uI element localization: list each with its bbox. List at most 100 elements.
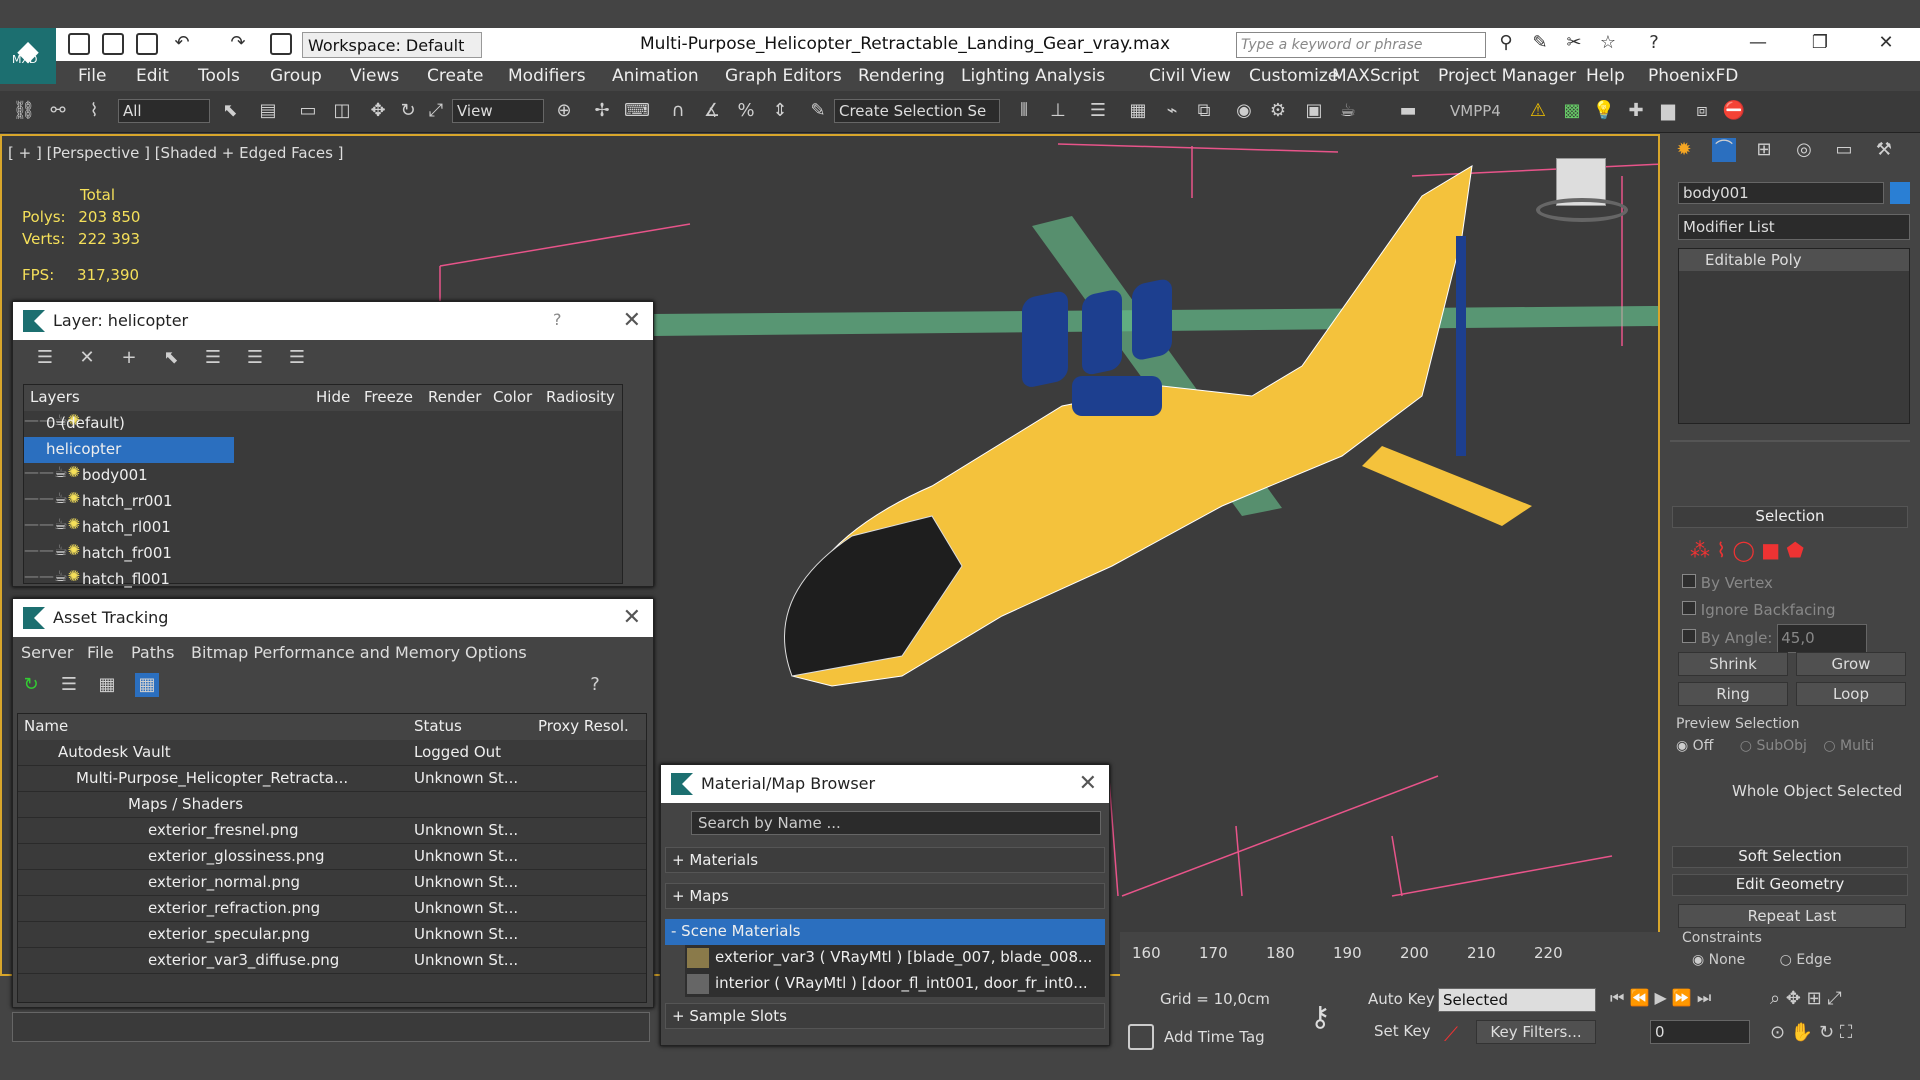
percent-snap-icon[interactable]: % xyxy=(734,99,758,123)
angle-snap-icon[interactable]: ∡ xyxy=(700,99,724,123)
menu-maxscript[interactable]: MAXScript xyxy=(1332,66,1419,86)
col-name[interactable]: Name xyxy=(24,717,68,735)
render-icon[interactable]: ☕ xyxy=(1336,99,1360,123)
help-icon[interactable]: ? xyxy=(1642,31,1666,55)
layer-row[interactable]: 0 (default) xyxy=(24,411,234,437)
selection-filter-dropdown[interactable]: All xyxy=(118,99,210,123)
menu-file[interactable]: File xyxy=(78,66,106,86)
asset-row[interactable]: exterior_var3_diffuse.png Unknown St... xyxy=(18,948,646,974)
menu-rendering[interactable]: Rendering xyxy=(858,66,945,86)
col-render[interactable]: Render xyxy=(428,388,481,406)
playback-controls[interactable]: ⏮ ⏪ ▶ ⏩ ⏭ xyxy=(1610,988,1711,1008)
menu-edit[interactable]: Edit xyxy=(136,66,169,86)
selection-rollout-title[interactable]: Selection xyxy=(1672,506,1908,528)
save-icon[interactable] xyxy=(136,33,158,55)
reference-coordinate-dropdown[interactable]: View xyxy=(452,99,544,123)
new-file-icon[interactable] xyxy=(68,33,90,55)
col-proxy[interactable]: Proxy Resol. xyxy=(538,717,629,735)
material-close-icon[interactable]: ✕ xyxy=(1079,771,1097,796)
stop-icon[interactable]: ⛔ xyxy=(1722,99,1746,123)
sample-slots-section[interactable]: + Sample Slots xyxy=(665,1003,1105,1029)
layer-row[interactable]: hatch_rl001 xyxy=(24,515,234,541)
mirror-icon[interactable]: ⫴ xyxy=(1012,99,1036,123)
col-status[interactable]: Status xyxy=(414,717,462,735)
redo-icon[interactable]: ↷ xyxy=(226,31,250,55)
maxscript-listener[interactable] xyxy=(12,1012,650,1042)
spinner-snap-icon[interactable]: ⇕ xyxy=(768,99,792,123)
current-frame-field[interactable]: 0 xyxy=(1650,1020,1750,1044)
bind-spacewarp-icon[interactable]: ⌇ xyxy=(82,99,106,123)
binoculars-icon[interactable]: ⚲ xyxy=(1494,31,1518,55)
asset-menu-bitmap[interactable]: Bitmap Performance and Memory xyxy=(191,643,460,662)
move-icon[interactable]: ✥ xyxy=(366,99,390,123)
viewcube[interactable] xyxy=(1536,158,1628,222)
modifier-list-dropdown[interactable]: Modifier List xyxy=(1678,214,1910,240)
object-name-field[interactable]: body001 xyxy=(1678,182,1884,204)
edit-geometry-rollout[interactable]: Edit Geometry xyxy=(1672,874,1908,896)
set-key-button[interactable]: Set Key xyxy=(1374,1022,1431,1040)
menu-tools[interactable]: Tools xyxy=(198,66,240,86)
communication-icon[interactable]: ✂ xyxy=(1562,31,1586,55)
menu-create[interactable]: Create xyxy=(427,66,484,86)
unlink-icon[interactable]: ⚯ xyxy=(46,99,70,123)
set-key-icon[interactable]: ⟋ xyxy=(1444,1022,1458,1046)
repeat-last-button[interactable]: Repeat Last xyxy=(1678,904,1906,928)
materials-section[interactable]: + Materials xyxy=(665,847,1105,873)
edit-named-selection-icon[interactable]: ✎ xyxy=(806,99,830,123)
layer-close-icon[interactable]: ✕ xyxy=(623,308,641,333)
grow-button[interactable]: Grow xyxy=(1796,652,1906,676)
search-input[interactable]: Type a keyword or phrase xyxy=(1236,32,1486,58)
col-hide[interactable]: Hide xyxy=(316,388,350,406)
motion-tab-icon[interactable]: ◎ xyxy=(1792,138,1816,162)
preview-off-radio[interactable]: ◉ Off xyxy=(1676,738,1713,754)
rendered-frame-icon[interactable]: ▣ xyxy=(1302,99,1326,123)
auto-key-button[interactable]: Auto Key xyxy=(1368,990,1435,1008)
vmpp-label[interactable]: VMPP4 xyxy=(1450,102,1501,120)
project-icon[interactable] xyxy=(270,33,292,55)
link-icon[interactable]: ⛓ xyxy=(12,99,36,123)
undo-icon[interactable]: ↶ xyxy=(170,31,194,55)
viewport-nav-controls[interactable]: ⌕ ✥ ⊞ ⤢ xyxy=(1770,988,1842,1009)
window-crossing-icon[interactable]: ◫ xyxy=(330,99,354,123)
material-item-interior[interactable]: interior ( VRayMtl ) [door_fl_int001, do… xyxy=(685,971,1105,997)
asset-row[interactable]: Autodesk Vault Logged Out xyxy=(18,740,646,766)
align-icon[interactable]: ⊥ xyxy=(1046,99,1070,123)
scene-explorer-icon[interactable]: ▦ xyxy=(1126,99,1150,123)
select-by-name-icon[interactable]: ▤ xyxy=(256,99,280,123)
time-tag-icon[interactable] xyxy=(1128,1024,1154,1050)
asset-row[interactable]: exterior_normal.png Unknown St... xyxy=(18,870,646,896)
constraint-edge-radio[interactable]: ○ Edge xyxy=(1780,952,1832,968)
curve-editor-icon[interactable]: ⌁ xyxy=(1160,99,1184,123)
asset-menu-paths[interactable]: Paths xyxy=(131,643,174,662)
menu-lighting-analysis[interactable]: Lighting Analysis xyxy=(961,66,1105,86)
favorites-icon[interactable]: ☆ xyxy=(1596,31,1620,55)
preview-subobj-radio[interactable]: ○ SubObj xyxy=(1740,738,1807,754)
layer-row[interactable]: hatch_fl001 xyxy=(24,567,234,593)
refresh-icon[interactable]: ↻ xyxy=(19,673,43,697)
menu-animation[interactable]: Animation xyxy=(612,66,699,86)
menu-customize[interactable]: Customize xyxy=(1249,66,1338,86)
shrink-button[interactable]: Shrink xyxy=(1678,652,1788,676)
hierarchy-tab-icon[interactable]: ⊞ xyxy=(1752,138,1776,162)
photometric-icon[interactable]: ▩ xyxy=(1560,99,1584,123)
constraint-none-radio[interactable]: ◉ None xyxy=(1692,952,1745,968)
maps-section[interactable]: + Maps xyxy=(665,883,1105,909)
modify-tab-icon[interactable]: ⌒ xyxy=(1712,138,1736,162)
highlight-layer-icon[interactable]: ☰ xyxy=(201,346,225,370)
new-layer-icon[interactable]: ☰ xyxy=(33,346,57,370)
material-search-input[interactable]: Search by Name ... xyxy=(691,811,1101,835)
key-icon[interactable]: ⚷ xyxy=(1310,1000,1331,1033)
menu-phoenixfd[interactable]: PhoenixFD xyxy=(1648,66,1738,86)
layer-row[interactable]: hatch_rr001 xyxy=(24,489,234,515)
layer-explorer-icon[interactable]: ☰ xyxy=(1086,99,1110,123)
key-filters-button[interactable]: Key Filters... xyxy=(1476,1020,1596,1044)
minimize-icon[interactable]: — xyxy=(1746,31,1770,55)
render-setup-icon[interactable]: ⚙ xyxy=(1266,99,1290,123)
soft-selection-rollout[interactable]: Soft Selection xyxy=(1672,846,1908,868)
open-file-icon[interactable] xyxy=(102,33,124,55)
hide-all-icon[interactable]: ☰ xyxy=(243,346,267,370)
workspace-dropdown[interactable]: Workspace: Default xyxy=(302,32,482,58)
angle-value-field[interactable]: 45,0 xyxy=(1777,624,1868,653)
add-to-layer-icon[interactable]: + xyxy=(117,346,141,370)
thumbnail-view-icon[interactable]: ▦ xyxy=(95,673,119,697)
